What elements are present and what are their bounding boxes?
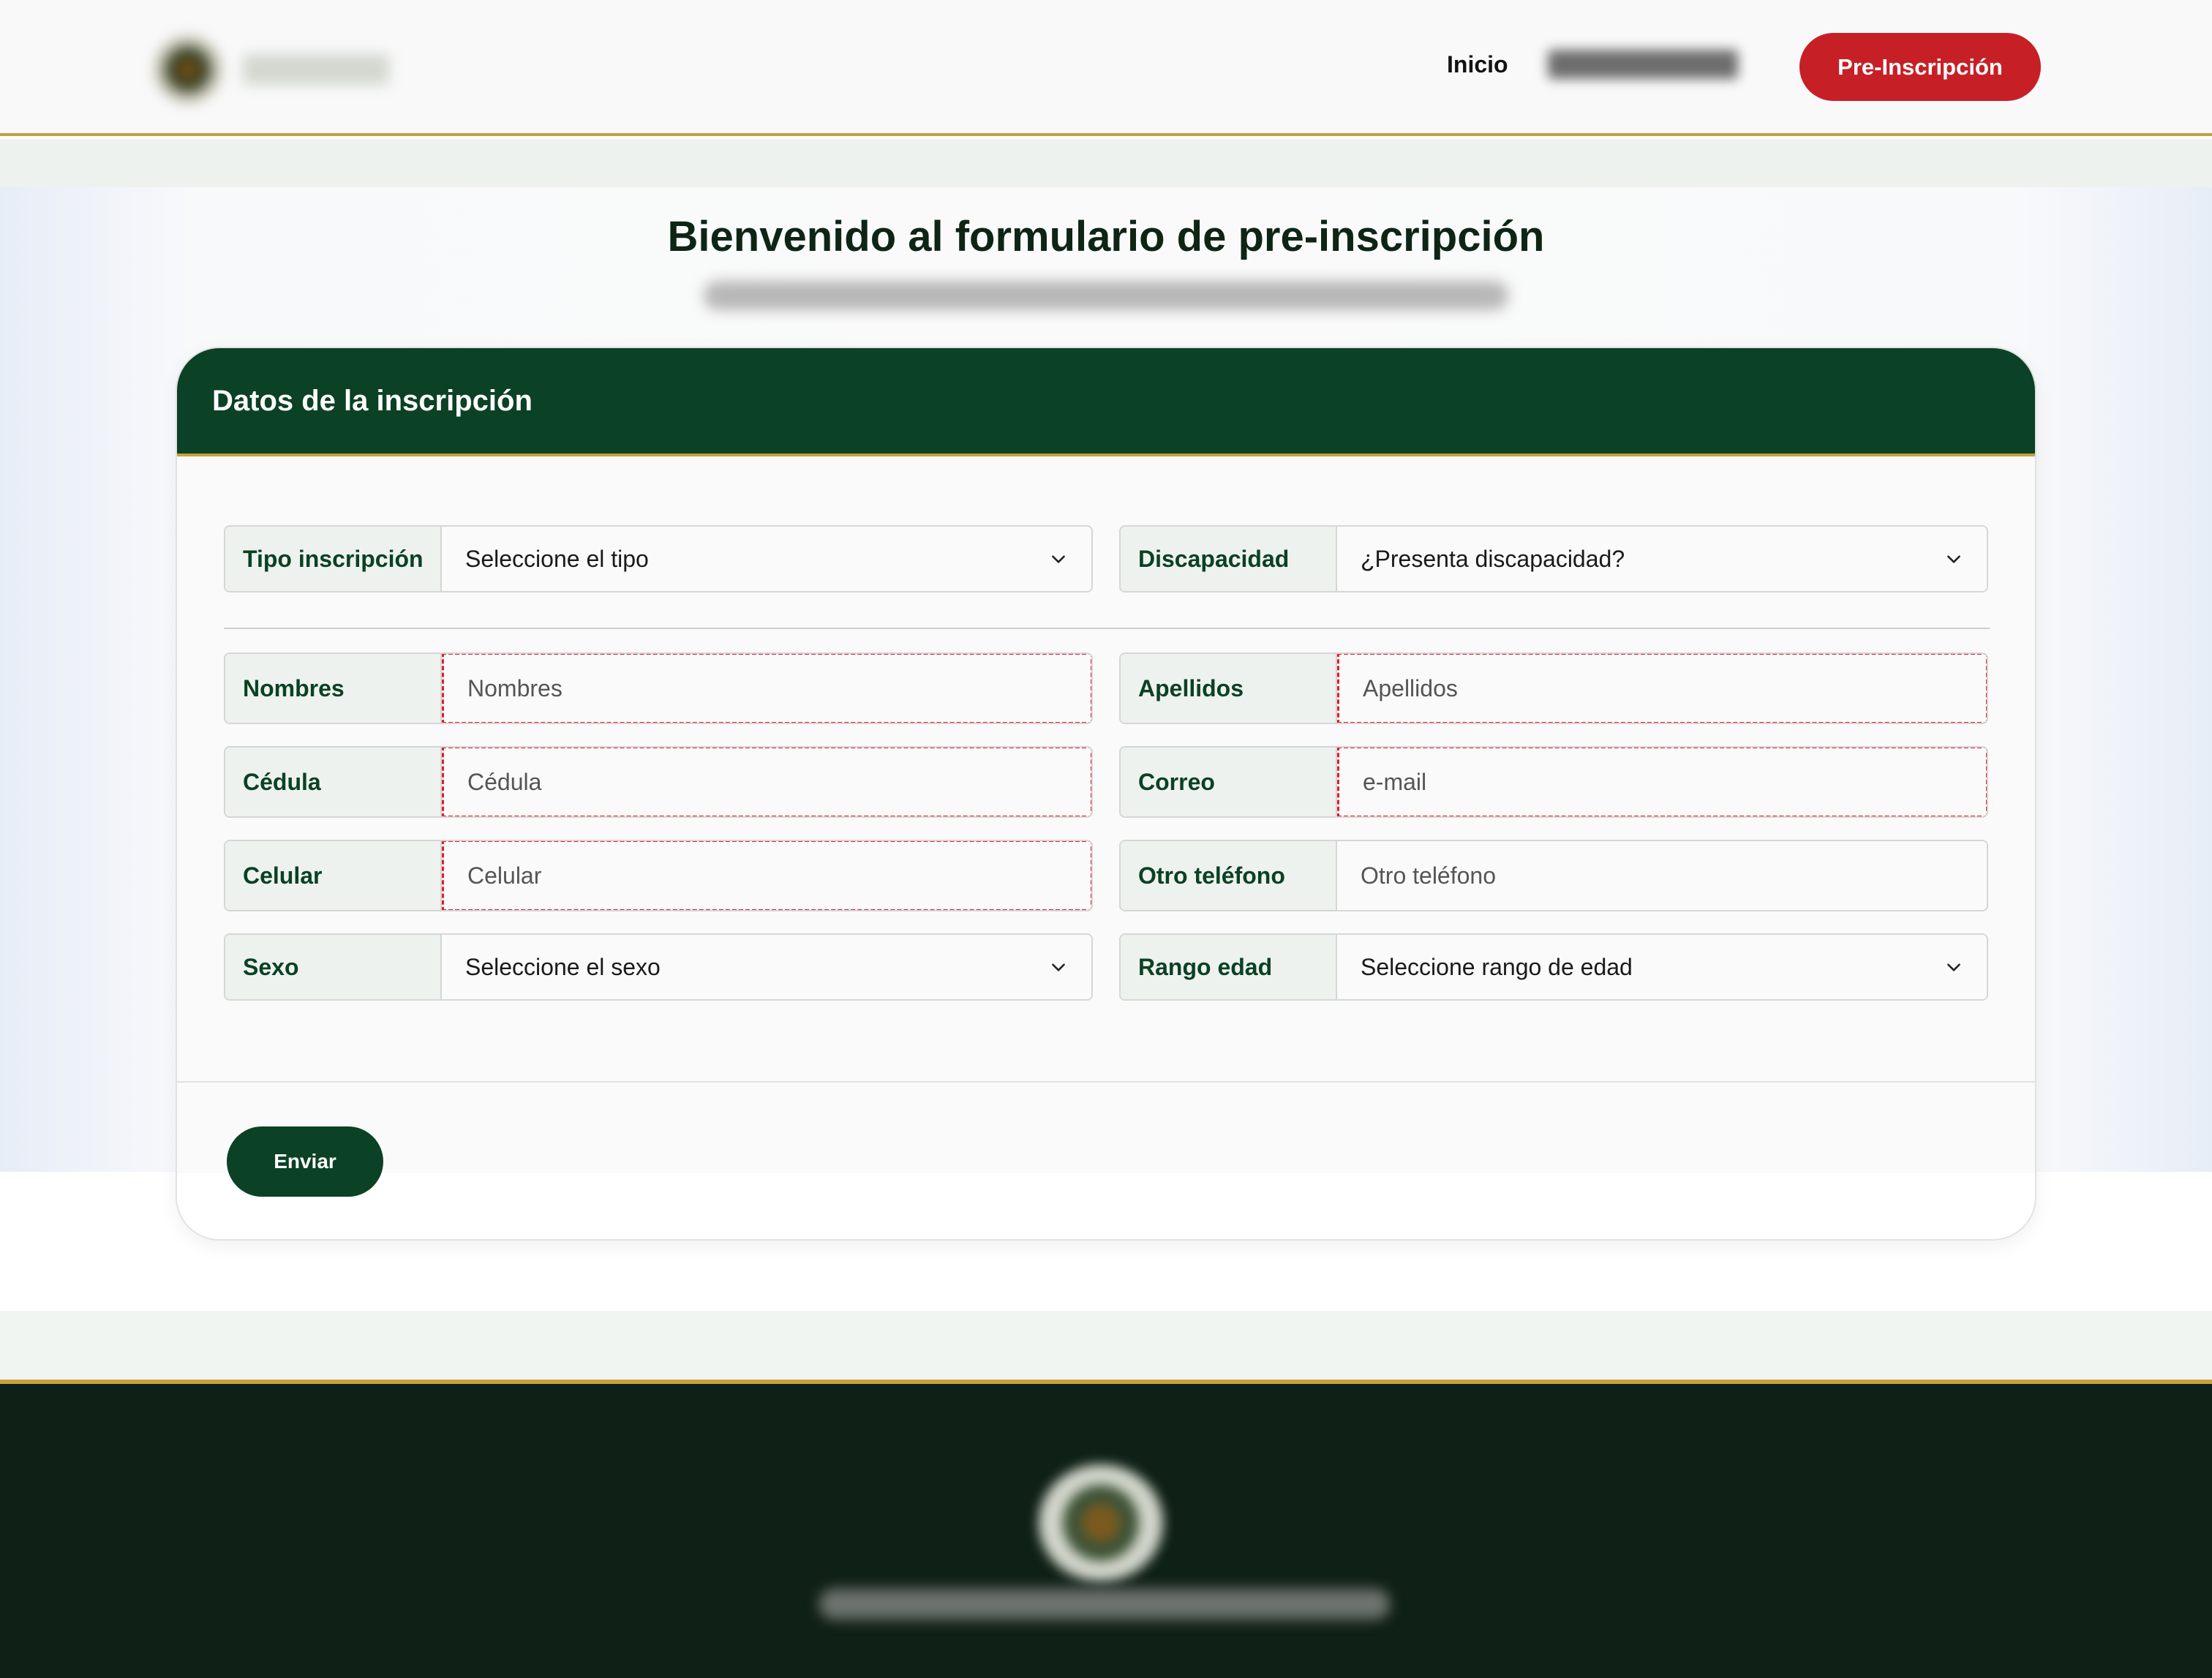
footer-seal-icon: [1039, 1464, 1163, 1581]
pre-footer-band: [0, 1311, 2212, 1380]
celular-label: Celular: [225, 841, 442, 910]
header-subband: [0, 139, 2212, 187]
form-footer-divider: [177, 1081, 2035, 1083]
discapacidad-value: ¿Presenta discapacidad?: [1361, 545, 1625, 572]
sexo-label: Sexo: [225, 935, 442, 999]
form-footer-area: [177, 1173, 2035, 1239]
chevron-down-icon: [1947, 555, 1960, 563]
tipo-inscripcion-select[interactable]: Seleccione el tipo: [442, 527, 1091, 591]
tipo-inscripcion-group: Tipo inscripción Seleccione el tipo: [224, 525, 1093, 592]
otro-telefono-group: Otro teléfono: [1119, 840, 1988, 911]
logo-seal-icon: [155, 37, 221, 102]
pre-inscripcion-button[interactable]: Pre-Inscripción: [1799, 33, 2041, 101]
chevron-down-icon: [1052, 555, 1065, 563]
rango-edad-group: Rango edad Seleccione rango de edad: [1119, 933, 1988, 1001]
footer-text-redacted: [819, 1589, 1390, 1619]
cedula-group: Cédula: [224, 746, 1093, 818]
page-subtitle-redacted: [704, 281, 1508, 310]
apellidos-input[interactable]: [1337, 654, 1987, 723]
nav-link-redacted[interactable]: [1548, 50, 1738, 79]
otro-telefono-input[interactable]: [1337, 841, 1987, 910]
nav-link-inicio[interactable]: Inicio: [1447, 51, 1508, 78]
correo-label: Correo: [1121, 748, 1337, 816]
cedula-input[interactable]: [442, 748, 1091, 816]
apellidos-label: Apellidos: [1121, 654, 1337, 723]
discapacidad-label: Discapacidad: [1121, 527, 1337, 591]
site-footer: [0, 1380, 2212, 1678]
nombres-group: Nombres: [224, 652, 1093, 724]
rango-edad-value: Seleccione rango de edad: [1361, 953, 1633, 980]
enviar-button[interactable]: Enviar: [227, 1126, 383, 1197]
tipo-inscripcion-label: Tipo inscripción: [225, 527, 442, 591]
site-logo[interactable]: [155, 37, 404, 102]
discapacidad-select[interactable]: ¿Presenta discapacidad?: [1337, 527, 1987, 591]
cedula-label: Cédula: [225, 748, 442, 816]
page-title: Bienvenido al formulario de pre-inscripc…: [667, 213, 1545, 260]
celular-group: Celular: [224, 840, 1093, 911]
celular-input[interactable]: [442, 841, 1091, 910]
form-card-header: Datos de la inscripción: [177, 348, 2035, 456]
discapacidad-group: Discapacidad ¿Presenta discapacidad?: [1119, 525, 1988, 592]
logo-wordmark: [243, 54, 389, 85]
nombres-input[interactable]: [442, 654, 1091, 723]
apellidos-group: Apellidos: [1119, 652, 1988, 724]
chevron-down-icon: [1052, 963, 1065, 971]
correo-group: Correo: [1119, 746, 1988, 818]
form-divider: [224, 628, 1990, 629]
site-header: Inicio Pre-Inscripción: [0, 0, 2212, 136]
chevron-down-icon: [1947, 963, 1960, 971]
form-section-title: Datos de la inscripción: [212, 385, 533, 417]
sexo-value: Seleccione el sexo: [465, 953, 661, 980]
nombres-label: Nombres: [225, 654, 442, 723]
rango-edad-label: Rango edad: [1121, 935, 1337, 999]
inscription-form-card: Datos de la inscripción Tipo inscripción…: [176, 347, 2036, 1241]
otro-telefono-label: Otro teléfono: [1121, 841, 1337, 910]
tipo-inscripcion-value: Seleccione el tipo: [465, 545, 649, 572]
sexo-select[interactable]: Seleccione el sexo: [442, 935, 1091, 999]
correo-input[interactable]: [1337, 748, 1987, 816]
sexo-group: Sexo Seleccione el sexo: [224, 933, 1093, 1001]
rango-edad-select[interactable]: Seleccione rango de edad: [1337, 935, 1987, 999]
